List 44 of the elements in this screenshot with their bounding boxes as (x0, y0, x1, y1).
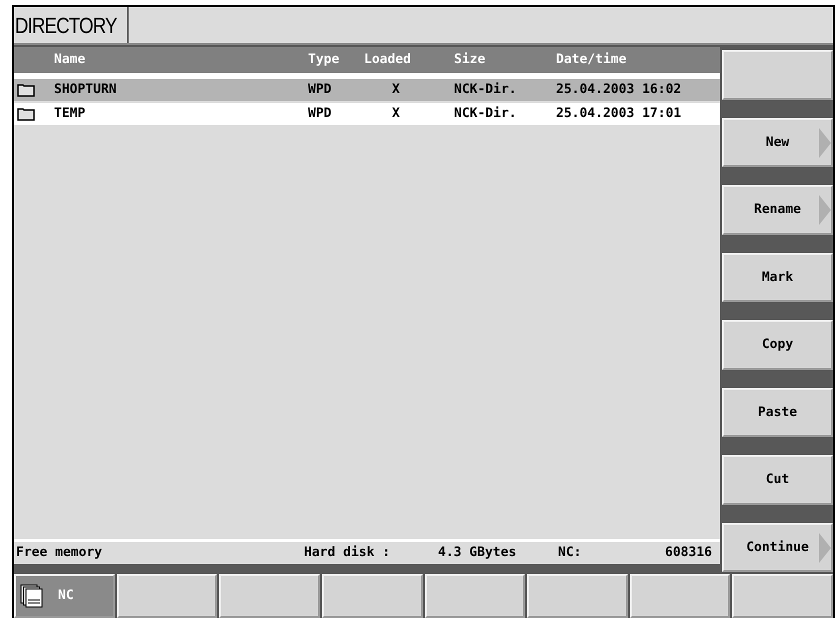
table-cell-text: TEMP (54, 105, 86, 124)
softkey-button[interactable]: New (722, 118, 833, 167)
table-cell-text: 25.04.2003 17:01 (556, 105, 682, 124)
folder-icon (17, 83, 35, 97)
table-cell-text: NCK-Dir. (454, 105, 518, 124)
column-header: Loaded (364, 51, 412, 70)
column-header: Size (454, 51, 486, 70)
table-cell-text: SHOPTURN (54, 81, 118, 100)
softkey-button[interactable] (732, 574, 833, 618)
softkey-button[interactable]: Cut (722, 455, 833, 504)
status-text: 608316 (664, 544, 713, 562)
softkey-button[interactable]: Mark (722, 252, 833, 302)
submenu-arrow-icon (819, 532, 831, 562)
column-header: Date/time (556, 51, 628, 70)
status-text: 4.3 GBytes (438, 544, 518, 562)
softkey-button[interactable] (116, 574, 218, 618)
softkey-button[interactable]: Copy (722, 320, 833, 370)
softkey-button[interactable] (722, 50, 833, 100)
status-text: NC: (558, 544, 582, 562)
softkey-button[interactable]: Rename (722, 185, 833, 234)
table-cell-text: WPD (308, 105, 332, 124)
table-cell-text: NCK-Dir. (454, 81, 518, 100)
table-cell-text: X (391, 81, 401, 100)
softkey-button[interactable] (424, 574, 526, 618)
table-cell-text: 25.04.2003 16:02 (556, 81, 682, 100)
table-cell-text: WPD (308, 81, 332, 100)
document-stack-icon (20, 584, 44, 608)
window-title: DIRECTORY (14, 7, 129, 43)
softkey-button[interactable]: Paste (722, 388, 833, 437)
softkey-button[interactable] (219, 574, 320, 618)
softkey-button[interactable] (630, 574, 730, 618)
column-header: Name (54, 51, 86, 70)
softkey-button[interactable] (322, 574, 422, 618)
table-row[interactable]: SHOPTURN WPD X NCK-Dir. 25.04.2003 16:02 (14, 79, 720, 103)
submenu-arrow-icon (819, 195, 831, 225)
folder-icon (17, 107, 35, 121)
softkey-button[interactable] (527, 574, 628, 618)
column-header: Type (308, 51, 340, 70)
table-row[interactable]: TEMP WPD X NCK-Dir. 25.04.2003 17:01 (14, 103, 720, 127)
submenu-arrow-icon (819, 128, 831, 158)
status-text: Hard disk : (304, 544, 392, 562)
softkey-button[interactable]: Continue (722, 522, 833, 572)
table-cell-text: X (391, 105, 401, 124)
status-text: Free memory (16, 544, 104, 562)
